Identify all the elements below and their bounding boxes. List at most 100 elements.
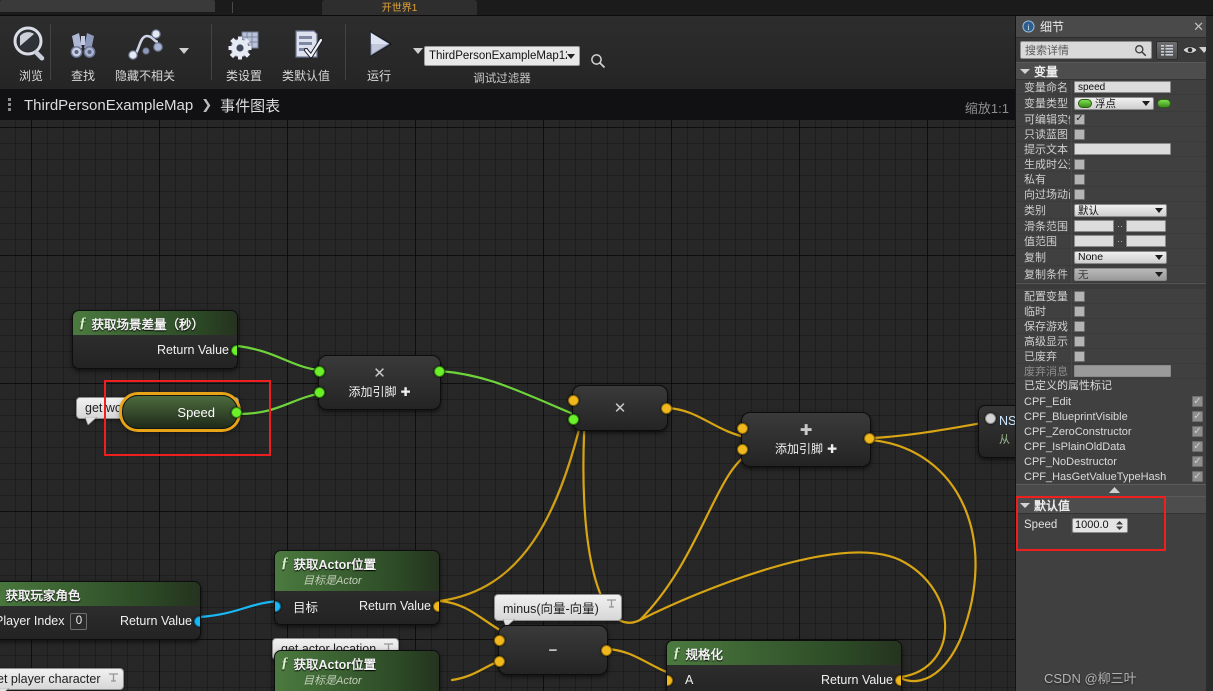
prop-key: 临时 bbox=[1024, 306, 1046, 318]
pin-normalize-return[interactable] bbox=[895, 675, 901, 686]
pin-player-character-return[interactable] bbox=[194, 616, 200, 627]
spinner-arrows-icon[interactable] bbox=[1114, 520, 1125, 531]
category-combo[interactable]: 默认 bbox=[1074, 203, 1167, 217]
add-pin-button[interactable]: 添加引脚 ✚ bbox=[775, 440, 837, 457]
prop-row-readonly: 只读蓝图 bbox=[1016, 127, 1213, 142]
node-variable-speed[interactable]: Speed bbox=[122, 395, 242, 429]
advanced-display-checkbox[interactable] bbox=[1074, 335, 1085, 347]
pin-subtract-a[interactable] bbox=[494, 635, 505, 646]
comment-text: et player character bbox=[0, 672, 101, 686]
default-speed-input[interactable]: 1000.0 bbox=[1072, 517, 1128, 533]
node-get-player-character[interactable]: ƒ 获取玩家角色 Player Index 0 Return Value bbox=[0, 581, 201, 640]
pin-label-a: A bbox=[685, 673, 694, 687]
pin-multiply2-out[interactable] bbox=[661, 403, 672, 414]
flag-row-cpf-zeroconstructor: CPF_ZeroConstructor bbox=[1016, 424, 1213, 439]
value-range-max-input[interactable] bbox=[1126, 235, 1166, 247]
pin-add1-b[interactable] bbox=[737, 444, 748, 455]
close-icon[interactable]: ✕ bbox=[1190, 19, 1207, 35]
pin-multiply1-a[interactable] bbox=[314, 366, 325, 377]
tab-inactive[interactable] bbox=[0, 0, 215, 12]
tab-active[interactable]: 开世界1 bbox=[322, 0, 477, 15]
search-input[interactable]: 搜索详情 bbox=[1020, 41, 1152, 59]
details-scrollbar[interactable] bbox=[1206, 16, 1213, 691]
node-ns-sub: 从 bbox=[999, 434, 1010, 446]
node-get-actor-location-1[interactable]: ƒ 获取Actor位置 目标是Actor 目标 Return Value bbox=[274, 550, 440, 625]
blueprint-graph-canvas[interactable]: get world delta seconds ƒ 获取场景差量（秒） Retu… bbox=[0, 120, 1015, 691]
player-index-input[interactable]: 0 bbox=[70, 612, 88, 630]
pin-multiply1-b[interactable] bbox=[314, 387, 325, 398]
class-defaults-button[interactable]: 类默认值 bbox=[275, 16, 337, 86]
chevron-up-icon bbox=[1109, 487, 1120, 493]
node-ns-clipped[interactable]: NS 从 bbox=[978, 405, 1015, 458]
private-checkbox[interactable] bbox=[1074, 173, 1085, 185]
variable-name-input[interactable]: speed bbox=[1074, 81, 1171, 93]
class-settings-button[interactable]: 类设置 bbox=[213, 16, 275, 86]
node-normalize[interactable]: ƒ 规格化 A Return Value bbox=[666, 640, 902, 691]
prop-row-deprecated: 已废弃 bbox=[1016, 349, 1213, 364]
pin-add1-a[interactable] bbox=[737, 423, 748, 434]
pin-add1-out[interactable] bbox=[864, 433, 875, 444]
property-flags-header: 已定义的属性标记 bbox=[1024, 380, 1112, 392]
node-multiply-2[interactable]: ✕ bbox=[568, 385, 672, 431]
visibility-options-button[interactable] bbox=[1182, 44, 1209, 56]
pin-target-in[interactable] bbox=[275, 601, 281, 612]
operator-symbol: − bbox=[548, 641, 558, 659]
expose-on-spawn-checkbox[interactable] bbox=[1074, 158, 1085, 170]
slider-range-max-input[interactable] bbox=[1126, 220, 1166, 232]
run-button[interactable]: 运行 bbox=[348, 16, 410, 86]
editable-checkbox[interactable] bbox=[1074, 113, 1085, 125]
chevron-down-icon bbox=[1142, 100, 1150, 106]
pin-multiply1-out[interactable] bbox=[434, 366, 445, 377]
debug-search-button[interactable] bbox=[590, 53, 606, 74]
node-multiply-1[interactable]: ✕ 添加引脚 ✚ bbox=[314, 355, 445, 410]
function-icon: ƒ bbox=[281, 555, 289, 571]
node-get-world-delta-seconds[interactable]: ƒ 获取场景差量（秒） Return Value bbox=[72, 310, 238, 369]
pin-normalize-a[interactable] bbox=[667, 675, 673, 686]
flag-row-cpf-isplainolddata: CPF_IsPlainOldData bbox=[1016, 439, 1213, 454]
pin-subtract-b[interactable] bbox=[494, 656, 505, 667]
add-pin-button[interactable]: 添加引脚 ✚ bbox=[348, 383, 410, 400]
node-add-1[interactable]: ✚ 添加引脚 ✚ bbox=[737, 412, 875, 467]
breadcrumb-root[interactable]: ThirdPersonExampleMap bbox=[24, 97, 193, 114]
tooltip-input[interactable] bbox=[1074, 143, 1171, 155]
pin-location-return[interactable] bbox=[433, 601, 439, 612]
eye-icon bbox=[1182, 46, 1198, 54]
comment-bubble-minus[interactable]: minus(向量-向量) bbox=[494, 594, 622, 627]
array-type-pill-icon[interactable] bbox=[1157, 98, 1171, 108]
node-get-actor-location-2[interactable]: ƒ 获取Actor位置 目标是Actor bbox=[274, 650, 440, 691]
slider-range-min-input[interactable] bbox=[1074, 220, 1114, 232]
hide-unrelated-dropdown[interactable] bbox=[176, 16, 192, 86]
save-game-checkbox[interactable] bbox=[1074, 320, 1085, 332]
config-variable-checkbox[interactable] bbox=[1074, 290, 1085, 302]
prop-row-config-variable: 配置变量 bbox=[1016, 289, 1213, 304]
pin-multiply2-b[interactable] bbox=[568, 414, 579, 425]
float-type-pill-icon bbox=[1078, 98, 1092, 108]
pin-speed-out[interactable] bbox=[231, 407, 242, 418]
prop-row-category: 类别 默认 bbox=[1016, 202, 1213, 219]
deprecated-checkbox[interactable] bbox=[1074, 350, 1085, 362]
node-subtract-1[interactable]: − bbox=[494, 625, 612, 675]
hide-unrelated-button[interactable]: 隐藏不相关 bbox=[114, 16, 176, 86]
breadcrumb-leaf[interactable]: 事件图表 bbox=[220, 95, 280, 116]
replication-combo[interactable]: None bbox=[1074, 250, 1167, 264]
find-button[interactable]: 查找 bbox=[52, 16, 114, 86]
transient-checkbox[interactable] bbox=[1074, 305, 1085, 317]
replication-condition-combo[interactable]: 无 bbox=[1074, 267, 1167, 281]
expose-to-cinematics-checkbox[interactable] bbox=[1074, 188, 1085, 200]
pin-subtract-out[interactable] bbox=[601, 645, 612, 656]
prop-row-tooltip: 提示文本 bbox=[1016, 142, 1213, 157]
collapse-section-button[interactable] bbox=[1016, 484, 1213, 496]
pin-ns-in[interactable] bbox=[985, 413, 996, 424]
section-header-variable[interactable]: 变量 bbox=[1016, 62, 1213, 80]
comment-bubble-player-character[interactable]: et player character bbox=[0, 668, 124, 691]
default-speed-value: 1000.0 bbox=[1075, 519, 1109, 531]
pin-multiply2-a[interactable] bbox=[568, 395, 579, 406]
debug-filter-combo[interactable]: ThirdPersonExampleMap12 bbox=[424, 46, 580, 66]
value-range-min-input[interactable] bbox=[1074, 235, 1114, 247]
readonly-checkbox[interactable] bbox=[1074, 128, 1085, 140]
variable-type-combo[interactable]: 浮点 bbox=[1074, 96, 1154, 110]
pin-return-value[interactable] bbox=[231, 345, 237, 356]
section-header-defaults[interactable]: 默认值 bbox=[1016, 496, 1213, 514]
replication-condition-value: 无 bbox=[1078, 268, 1089, 281]
column-view-button[interactable] bbox=[1156, 40, 1178, 60]
